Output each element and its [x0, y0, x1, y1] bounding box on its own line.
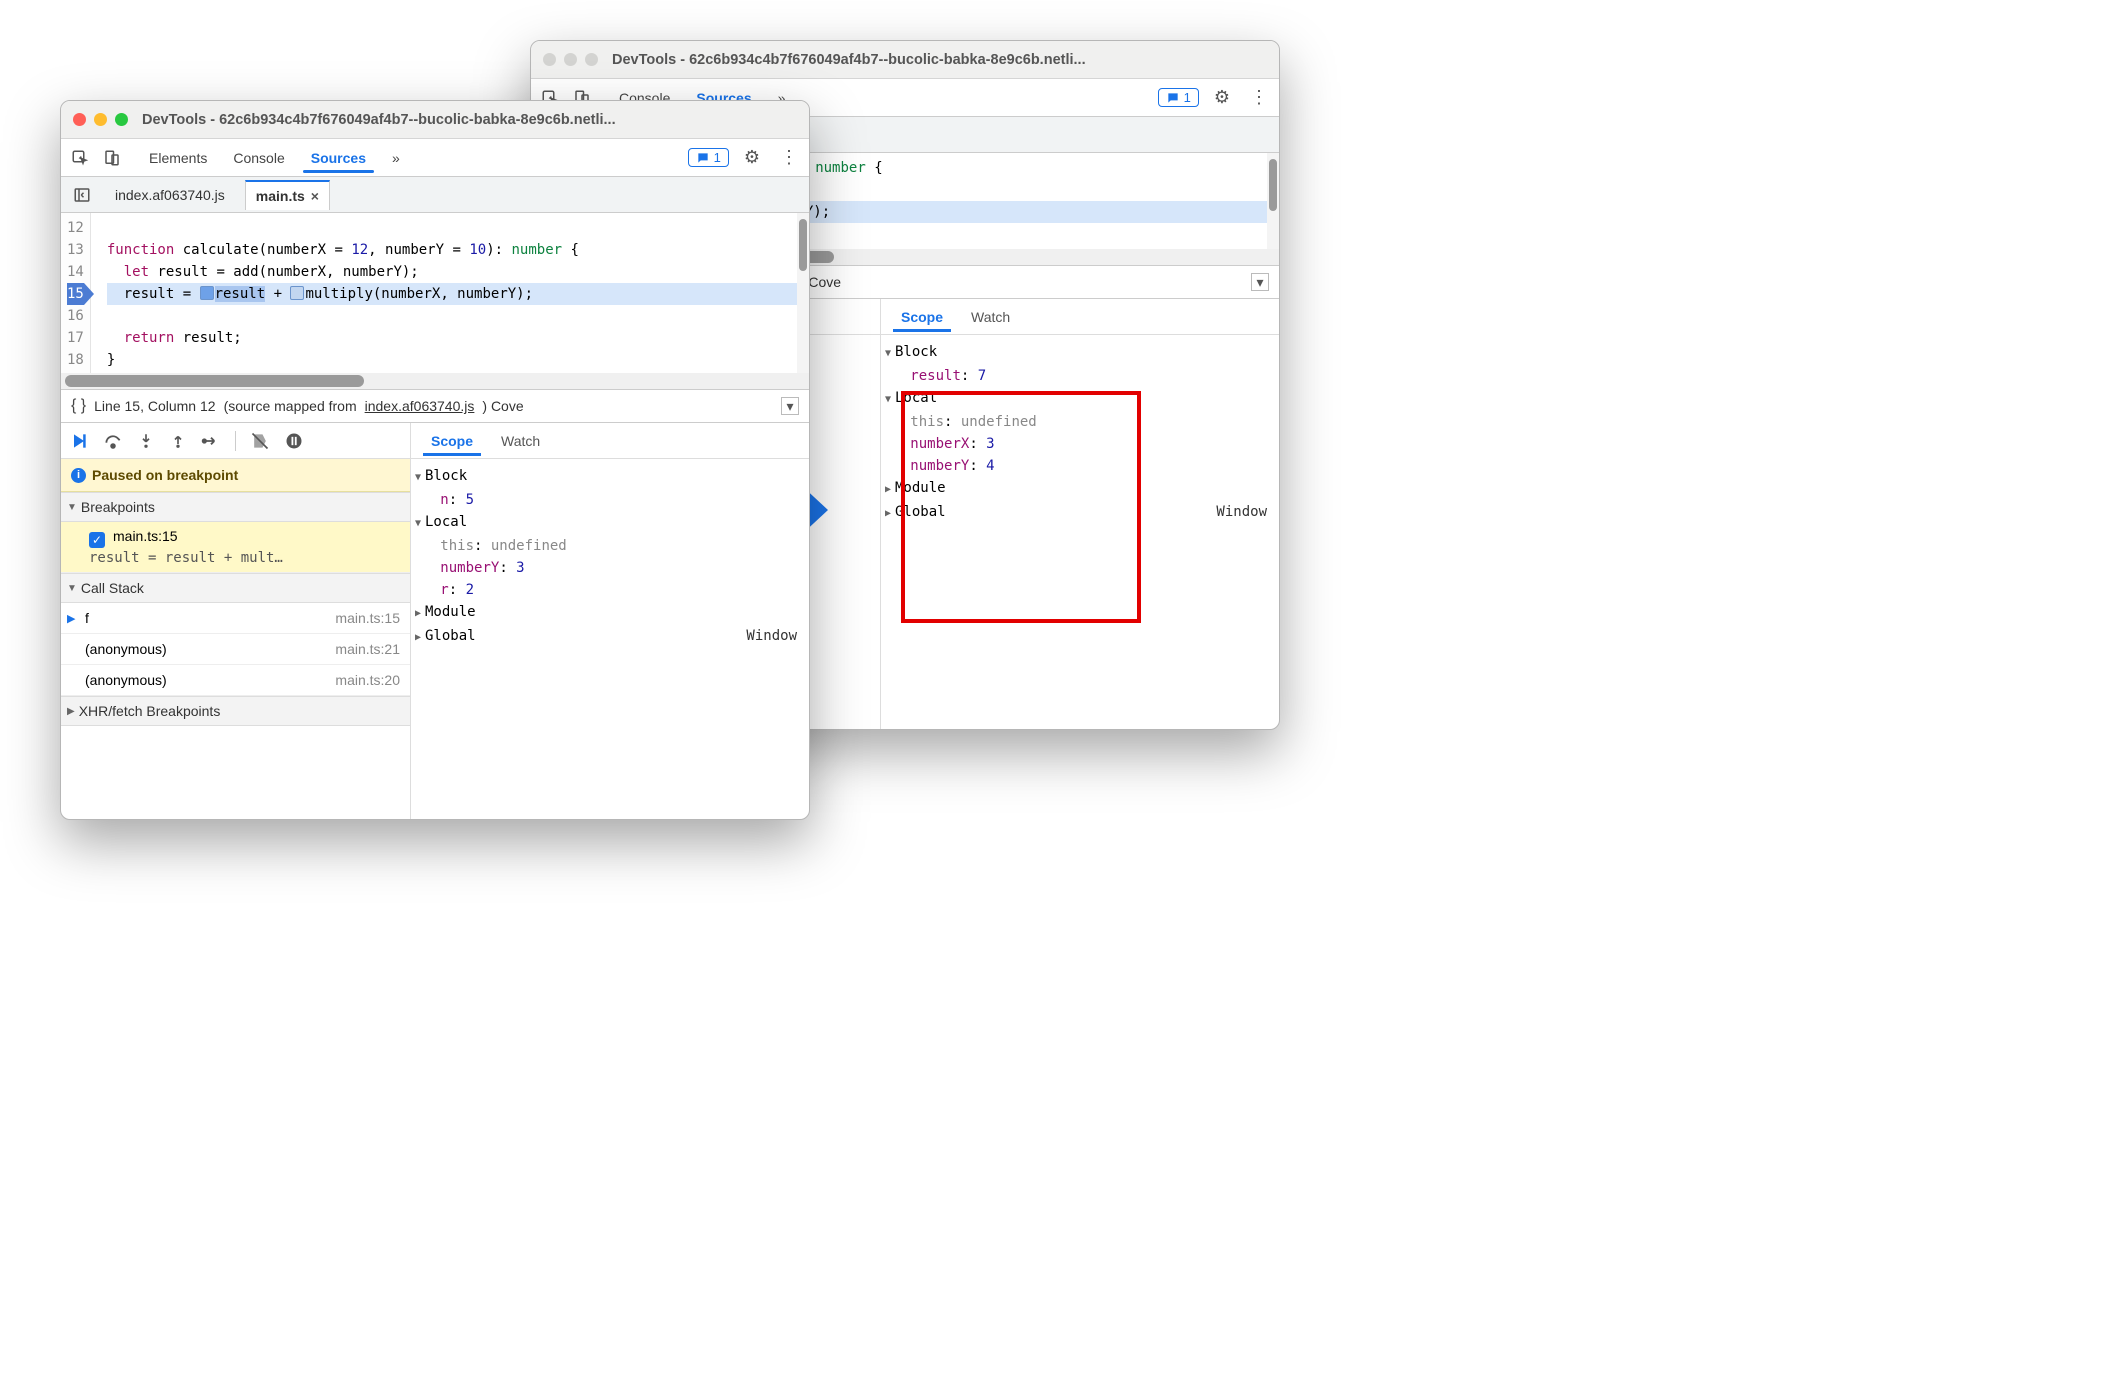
- scope-var[interactable]: result: 7: [885, 365, 1275, 387]
- scope-tab-watch[interactable]: Watch: [959, 303, 1022, 331]
- highlight-box: [901, 391, 1141, 623]
- scope-group[interactable]: ▼Block: [885, 341, 1275, 365]
- scope-tree[interactable]: ▼Block n: 5▼Local this: undefined number…: [411, 459, 809, 819]
- file-tabbar: index.af063740.js main.ts ×: [61, 177, 809, 213]
- status-mapped-file[interactable]: index.af063740.js: [365, 398, 475, 414]
- traffic-lights[interactable]: [543, 53, 598, 66]
- kebab-icon[interactable]: ⋮: [775, 147, 803, 168]
- debugger-controls: [61, 423, 410, 459]
- status-line-col: Line 15, Column 12: [94, 398, 215, 414]
- vscroll[interactable]: [1267, 153, 1279, 249]
- callstack-row[interactable]: fmain.ts:15: [61, 603, 410, 634]
- gear-icon[interactable]: ⚙: [1209, 87, 1235, 108]
- step-out-icon[interactable]: [169, 431, 187, 451]
- device-icon[interactable]: [99, 145, 125, 171]
- expand-icon[interactable]: ▾: [781, 397, 799, 415]
- right-panel: Scope Watch ▼Block n: 5▼Local this: unde…: [411, 423, 809, 819]
- close-light[interactable]: [73, 113, 86, 126]
- step-into-icon[interactable]: [137, 431, 155, 451]
- checkbox-icon[interactable]: ✓: [89, 532, 105, 548]
- window-title: DevTools - 62c6b934c4b7f676049af4b7--buc…: [612, 52, 1086, 68]
- message-badge[interactable]: 1: [688, 148, 729, 167]
- debugger-panels: i Paused on breakpoint ▼Breakpoints ✓ main…: [61, 423, 809, 819]
- section-label: XHR/fetch Breakpoints: [79, 703, 221, 719]
- file-tab-label: main.ts: [256, 188, 305, 204]
- tab-elements[interactable]: Elements: [137, 144, 219, 172]
- info-icon: i: [71, 468, 86, 483]
- window-title: DevTools - 62c6b934c4b7f676049af4b7--buc…: [142, 112, 616, 128]
- close-light[interactable]: [543, 53, 556, 66]
- status-mapped-suffix: ) Cove: [482, 398, 523, 414]
- scope-tab-scope[interactable]: Scope: [889, 303, 955, 331]
- main-toolbar: Elements Console Sources » 1 ⚙ ⋮: [61, 139, 809, 177]
- scope-var[interactable]: r: 2: [415, 579, 805, 601]
- traffic-lights[interactable]: [73, 113, 128, 126]
- code-editor[interactable]: 12131415161718 function calculate(number…: [61, 213, 809, 373]
- zoom-light[interactable]: [115, 113, 128, 126]
- left-panel: i Paused on breakpoint ▼Breakpoints ✓ main…: [61, 423, 411, 819]
- msg-count: 1: [714, 150, 721, 165]
- callstack-row[interactable]: (anonymous)main.ts:20: [61, 665, 410, 696]
- bp-snippet: result = result + mult…: [89, 550, 400, 566]
- code-lines[interactable]: function calculate(numberX = 12, numberY…: [91, 213, 809, 373]
- format-icon[interactable]: { }: [71, 397, 86, 415]
- scope-var[interactable]: n: 5: [415, 489, 805, 511]
- scope-tab-watch[interactable]: Watch: [489, 427, 552, 455]
- scope-var[interactable]: this: undefined: [415, 535, 805, 557]
- scope-group[interactable]: ▶Module: [415, 601, 805, 625]
- gear-icon[interactable]: ⚙: [739, 147, 765, 168]
- file-nav-icon[interactable]: [69, 182, 95, 208]
- kebab-icon[interactable]: ⋮: [1245, 87, 1273, 108]
- titlebar[interactable]: DevTools - 62c6b934c4b7f676049af4b7--buc…: [61, 101, 809, 139]
- tab-sources[interactable]: Sources: [299, 144, 378, 172]
- bp-file: main.ts:15: [113, 528, 178, 544]
- scope-group[interactable]: ▼Local: [415, 511, 805, 535]
- step-icon[interactable]: [201, 431, 221, 451]
- vscroll[interactable]: [797, 213, 809, 373]
- minimize-light[interactable]: [94, 113, 107, 126]
- callstack-row[interactable]: (anonymous)main.ts:21: [61, 634, 410, 665]
- inspect-icon[interactable]: [67, 145, 93, 171]
- section-label: Call Stack: [81, 580, 144, 596]
- titlebar[interactable]: DevTools - 62c6b934c4b7f676049af4b7--buc…: [531, 41, 1279, 79]
- devtools-window-front: DevTools - 62c6b934c4b7f676049af4b7--buc…: [60, 100, 810, 820]
- section-callstack[interactable]: ▼Call Stack: [61, 573, 410, 603]
- scope-var[interactable]: numberY: 3: [415, 557, 805, 579]
- zoom-light[interactable]: [585, 53, 598, 66]
- tab-console[interactable]: Console: [221, 144, 296, 172]
- breakpoint-row[interactable]: ✓ main.ts:15 result = result + mult…: [61, 522, 410, 573]
- section-label: Breakpoints: [81, 499, 155, 515]
- paused-banner: i Paused on breakpoint: [61, 459, 410, 492]
- tab-more[interactable]: »: [380, 144, 412, 172]
- resume-icon[interactable]: [69, 431, 89, 451]
- scope-tabs: Scope Watch: [881, 299, 1279, 335]
- expand-icon[interactable]: ▾: [1251, 273, 1269, 291]
- msg-count: 1: [1184, 90, 1191, 105]
- minimize-light[interactable]: [564, 53, 577, 66]
- paused-text: Paused on breakpoint: [92, 467, 238, 483]
- scope-group[interactable]: ▼Block: [415, 465, 805, 489]
- close-icon[interactable]: ×: [311, 188, 319, 204]
- section-breakpoints[interactable]: ▼Breakpoints: [61, 492, 410, 522]
- section-xhr[interactable]: ▶XHR/fetch Breakpoints: [61, 696, 410, 726]
- file-tab-main-ts[interactable]: main.ts ×: [245, 180, 330, 210]
- message-badge[interactable]: 1: [1158, 88, 1199, 107]
- step-over-icon[interactable]: [103, 431, 123, 451]
- panel-tabs: Elements Console Sources »: [137, 144, 412, 172]
- line-gutter[interactable]: 12131415161718: [61, 213, 91, 373]
- pause-exceptions-icon[interactable]: [284, 431, 304, 451]
- statusbar: { } Line 15, Column 12 (source mapped fr…: [61, 389, 809, 423]
- scope-tab-scope[interactable]: Scope: [419, 427, 485, 455]
- hscroll[interactable]: [61, 373, 809, 389]
- scope-tabs: Scope Watch: [411, 423, 809, 459]
- status-mapped-prefix: (source mapped from: [224, 398, 357, 414]
- file-tab-index-js[interactable]: index.af063740.js: [105, 181, 235, 209]
- deactivate-bp-icon[interactable]: [250, 431, 270, 451]
- scope-group[interactable]: ▶GlobalWindow: [415, 625, 805, 649]
